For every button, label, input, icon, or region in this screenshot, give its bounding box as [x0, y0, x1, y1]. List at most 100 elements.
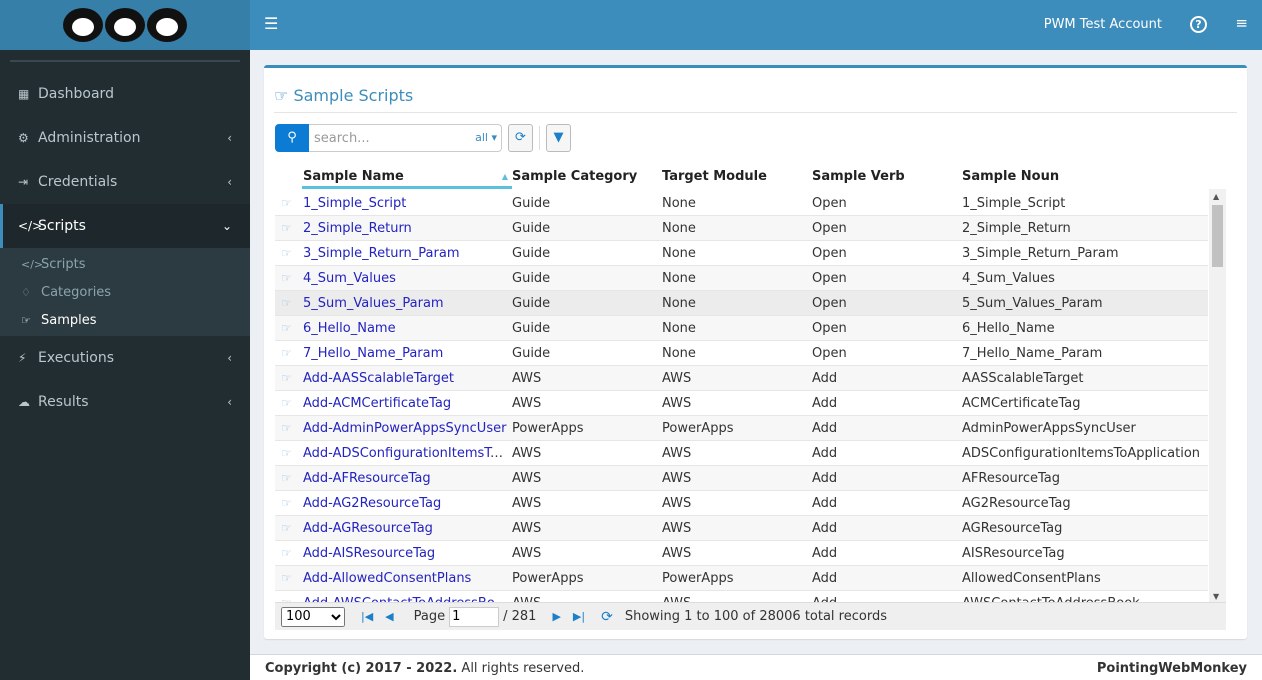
sidebar-item-administration[interactable]: ⚙ Administration ‹	[0, 116, 250, 160]
column-header-target-module[interactable]: Target Module	[662, 164, 812, 189]
column-header-sample-category[interactable]: Sample Category	[512, 164, 662, 189]
table-cell: Add	[812, 370, 838, 386]
table-row[interactable]: ☞ 3_Simple_Return_Param Guide None Open 3_Sim…	[275, 241, 1208, 266]
refresh-icon[interactable]: ⟳	[601, 609, 613, 625]
sidebar-item-scripts[interactable]: </> Scripts ⌄	[0, 204, 250, 248]
table-row[interactable]: ☞Add-ADSConfigurationItemsToApplicationA…	[275, 441, 1208, 466]
hand-icon: ☞	[281, 571, 292, 585]
sign-in-icon: ⇥	[18, 175, 29, 189]
submenu-item-samples[interactable]: ☞ Samples	[0, 306, 250, 334]
table-row[interactable]: ☞ 4_Sum_Values Guide None Open 4_Sum_Values	[275, 266, 1208, 291]
question-circle-icon[interactable]: ?	[1190, 16, 1207, 33]
cell-sample-name: Add-AASScalableTarget	[302, 371, 512, 386]
scripts-submenu: </> Scripts ♢ Categories ☞ Samples	[0, 248, 250, 336]
table-cell: Add	[812, 545, 838, 561]
logo[interactable]	[0, 0, 250, 50]
sample-link[interactable]: Add-ADSConfigurationItemsToApplication	[303, 446, 512, 461]
header-spacer	[275, 164, 302, 189]
table-row[interactable]: ☞ Add-AGResourceTag AWS AWS Add AGResourceTag	[275, 516, 1208, 541]
table-row[interactable]: ☞ 7_Hello_Name_Param Guide None Open 7_Hello_…	[275, 341, 1208, 366]
vertical-scrollbar[interactable]: ▲ ▼	[1209, 189, 1226, 604]
sample-link[interactable]: 2_Simple_Return	[303, 221, 412, 236]
sidebar-item-credentials[interactable]: ⇥ Credentials ‹	[0, 160, 250, 204]
column-header-sample-verb[interactable]: Sample Verb	[812, 164, 962, 189]
column-header-sample-noun[interactable]: Sample Noun	[962, 164, 1226, 189]
table-row[interactable]: ☞ Add-AllowedConsentPlans PowerApps PowerAp…	[275, 566, 1208, 591]
submenu-label: Categories	[41, 284, 112, 300]
sample-link[interactable]: Add-AdminPowerAppsSyncUser	[303, 421, 506, 436]
sidebar-item-executions[interactable]: ⚡ Executions ‹	[0, 336, 250, 380]
sidebar-item-label: Dashboard	[38, 86, 114, 102]
table-row[interactable]: ☞ 5_Sum_Values_Param Guide None Open 5_Sum_Va…	[275, 291, 1208, 316]
search-scope-dropdown[interactable]: all ▾	[475, 131, 497, 144]
table-row[interactable]: ☞ Add-AASScalableTarget AWS AWS Add AASScalab…	[275, 366, 1208, 391]
sliders-icon[interactable]: ≡	[1235, 14, 1248, 32]
submenu-item-scripts[interactable]: </> Scripts	[0, 250, 250, 278]
scroll-up-icon[interactable]: ▲	[1213, 192, 1219, 201]
sidebar-item-label: Scripts	[38, 218, 86, 234]
cell-sample-name: Add-AISResourceTag	[302, 546, 512, 561]
sidebar-item-results[interactable]: ☁ Results ‹	[0, 380, 250, 424]
sample-link[interactable]: Add-AISResourceTag	[303, 546, 435, 561]
search-input[interactable]	[309, 125, 459, 151]
table-cell: Add	[812, 495, 838, 511]
table-row[interactable]: ☞ Add-AG2ResourceTag AWS AWS Add AG2ResourceT…	[275, 491, 1208, 516]
hand-icon: ☞	[281, 296, 292, 310]
toolbar: ⚲ all ▾ ⟳ ▼	[275, 124, 571, 152]
filter-button[interactable]: ▼	[546, 124, 571, 152]
total-pages: / 281	[503, 609, 537, 624]
sample-link[interactable]: 7_Hello_Name_Param	[303, 346, 443, 361]
account-name[interactable]: PWM Test Account	[1044, 17, 1162, 32]
sample-link[interactable]: Add-AASScalableTarget	[303, 371, 454, 386]
table-row[interactable]: ☞ 6_Hello_Name Guide None Open 6_Hello_Name	[275, 316, 1208, 341]
filter-icon: ▼	[553, 130, 564, 145]
sample-link[interactable]: 5_Sum_Values_Param	[303, 296, 444, 311]
table-cell: 7_Hello_Name_Param	[962, 345, 1103, 361]
table-row[interactable]: ☞ Add-AISResourceTag AWS AWS Add AISResourceT…	[275, 541, 1208, 566]
page-number-input[interactable]	[449, 606, 500, 627]
sample-link[interactable]: 1_Simple_Script	[303, 196, 406, 211]
table-cell: AWS	[662, 370, 692, 386]
pager: 100 |◀ ◀ Page / 281 ▶ ▶| ⟳ Showing 1 to …	[275, 602, 1226, 630]
sample-link[interactable]: 4_Sum_Values	[303, 271, 396, 286]
first-page-icon[interactable]: |◀	[361, 610, 373, 623]
cell-sample-name: 3_Simple_Return_Param	[302, 246, 512, 261]
scroll-down-icon[interactable]: ▼	[1213, 592, 1219, 601]
table-cell: Add	[812, 445, 838, 461]
sample-link[interactable]: Add-AFResourceTag	[303, 471, 431, 486]
sample-link[interactable]: Add-AllowedConsentPlans	[303, 571, 471, 586]
copyright-years: Copyright (c) 2017 - 2022.	[265, 661, 458, 676]
table-row[interactable]: ☞ 2_Simple_Return Guide None Open 2_Simple_Re…	[275, 216, 1208, 241]
prev-page-icon[interactable]: ◀	[385, 610, 393, 623]
sample-link[interactable]: Add-ACMCertificateTag	[303, 396, 451, 411]
hamburger-icon[interactable]: ☰	[264, 14, 278, 33]
sample-link[interactable]: 6_Hello_Name	[303, 321, 396, 336]
table-cell: 6_Hello_Name	[962, 320, 1055, 336]
chevron-down-icon: ⌄	[221, 219, 232, 233]
scrollbar-thumb[interactable]	[1212, 205, 1223, 267]
submenu-item-categories[interactable]: ♢ Categories	[0, 278, 250, 306]
page-size-select[interactable]: 100	[281, 606, 345, 627]
table-cell: None	[662, 270, 696, 286]
next-page-icon[interactable]: ▶	[552, 610, 560, 623]
table-cell: Guide	[512, 220, 551, 236]
table-cell: AWS	[512, 545, 542, 561]
table-header: Sample Name ▲ Sample Category Target Modu…	[275, 164, 1226, 191]
table-row[interactable]: ☞ 1_Simple_Script Guide None Open 1_Simple_Sc…	[275, 191, 1208, 216]
refresh-button[interactable]: ⟳	[508, 124, 533, 152]
table-row[interactable]: ☞ Add-AFResourceTag AWS AWS Add AFResourceTag	[275, 466, 1208, 491]
table-cell: 3_Simple_Return_Param	[962, 245, 1119, 261]
table-row[interactable]: ☞ Add-AdminPowerAppsSyncUser PowerApps Powe…	[275, 416, 1208, 441]
footer: Copyright (c) 2017 - 2022. All rights re…	[250, 654, 1262, 680]
table-row[interactable]: ☞ Add-ACMCertificateTag AWS AWS Add ACMCertif…	[275, 391, 1208, 416]
table-cell: AWS	[662, 495, 692, 511]
table-cell: PowerApps	[512, 570, 584, 586]
sample-link[interactable]: 3_Simple_Return_Param	[303, 246, 460, 261]
column-header-sample-name[interactable]: Sample Name ▲	[302, 164, 512, 189]
sample-link[interactable]: Add-AGResourceTag	[303, 521, 433, 536]
search-button[interactable]: ⚲	[275, 124, 309, 152]
sample-link[interactable]: Add-AG2ResourceTag	[303, 496, 441, 511]
refresh-icon: ⟳	[515, 130, 526, 145]
sidebar-item-dashboard[interactable]: ▦ Dashboard	[0, 72, 250, 116]
last-page-icon[interactable]: ▶|	[573, 610, 585, 623]
